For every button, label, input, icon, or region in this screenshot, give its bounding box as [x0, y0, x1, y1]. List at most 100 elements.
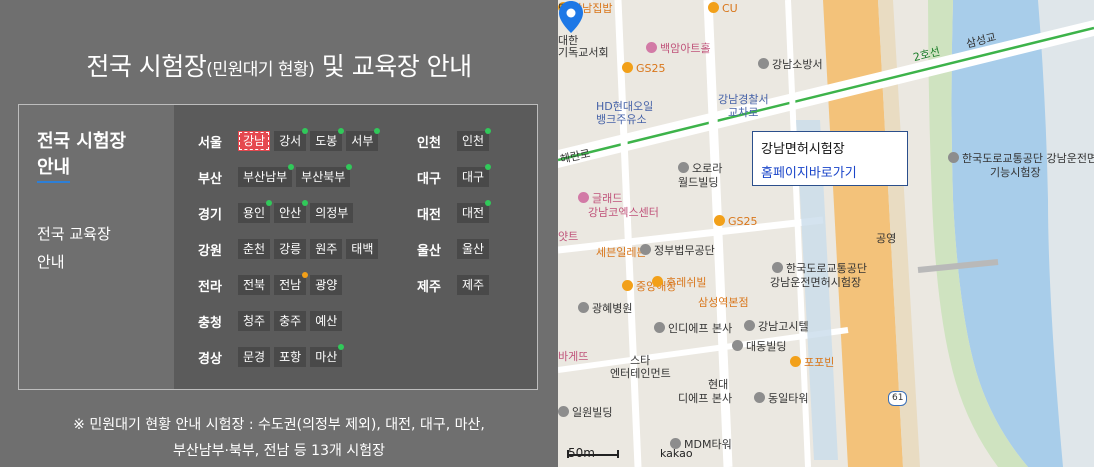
map-place-label[interactable]: 백암아트홀 — [646, 42, 711, 55]
place-marker-icon — [948, 152, 959, 163]
map-place-label[interactable]: 월드빌딩 — [678, 176, 718, 189]
map-place-label[interactable]: 글래드 — [578, 192, 622, 205]
nav-test-centers[interactable]: 전국 시험장 안내 — [37, 129, 126, 183]
test-center-tag[interactable]: 안산 — [274, 200, 309, 223]
test-center-tag[interactable]: 용인 — [238, 200, 273, 223]
map-place-label[interactable]: 강남코엑스센터 — [588, 206, 659, 219]
map-place-label[interactable]: GS25 — [714, 215, 758, 228]
place-marker-icon — [622, 280, 633, 291]
location-pin-icon[interactable] — [558, 0, 584, 34]
place-marker-icon — [772, 262, 783, 273]
map-place-label[interactable]: 한국도로교통공단 강남운전면허 — [948, 152, 1094, 165]
test-center-tag[interactable]: 광양 — [310, 275, 343, 295]
map-place-label[interactable]: 동일타워 — [754, 392, 808, 405]
test-center-tag[interactable]: 울산 — [457, 239, 490, 259]
test-center-tag[interactable]: 충주 — [274, 311, 307, 331]
status-dot-icon — [346, 164, 353, 170]
test-center-tag[interactable]: 문경 — [238, 347, 271, 367]
map-place-label[interactable]: CU — [708, 2, 738, 15]
place-name: 교차로 — [728, 106, 759, 119]
map-place-label[interactable]: 강남소방서 — [758, 58, 823, 71]
region-row-4: 전라 전북 전남 광양 — [198, 272, 346, 295]
map-place-label[interactable]: 강남운전면허시험장 — [770, 276, 861, 289]
test-center-tag[interactable]: 강남 — [238, 131, 271, 151]
region-name: 서울 — [198, 135, 222, 151]
test-center-label: 태백 — [351, 242, 374, 256]
test-center-tag[interactable]: 강서 — [274, 128, 309, 151]
map-place-label[interactable]: 광혜병원 — [578, 302, 632, 315]
test-center-tag[interactable]: 청주 — [238, 311, 271, 331]
place-marker-icon — [578, 302, 589, 313]
test-center-label: 부산남부 — [243, 170, 288, 184]
test-center-tag[interactable]: 예산 — [310, 311, 343, 331]
map-place-label[interactable]: 한국도로교통공단 — [772, 262, 867, 275]
nav-test-centers-line1: 전국 시험장 — [37, 131, 127, 152]
map-place-label[interactable]: 얏트 — [558, 230, 578, 243]
map-place-label[interactable]: 일원빌딩 — [558, 406, 612, 419]
map-place-label[interactable]: 공영 — [876, 232, 896, 245]
test-center-tag[interactable]: 춘천 — [238, 239, 271, 259]
status-dot-icon — [266, 200, 273, 206]
test-center-tag[interactable]: 마산 — [310, 344, 345, 367]
region-row-2: 경기 용인 안산 의정부 — [198, 200, 357, 223]
map-place-label[interactable]: 스타 — [630, 354, 650, 367]
test-center-label: 부산북부 — [301, 170, 346, 184]
homepage-link[interactable]: 홈페이지바로가기 — [761, 162, 857, 181]
test-center-tag[interactable]: 전북 — [238, 275, 271, 295]
test-center-tag[interactable]: 태백 — [346, 239, 379, 259]
map-place-label[interactable]: 강남고시텔 — [744, 320, 809, 333]
test-center-label: 포항 — [279, 350, 302, 364]
map-place-label[interactable]: 포포빈 — [790, 356, 834, 369]
map-place-label[interactable]: 현대 — [708, 378, 728, 391]
region-row-5: 충청 청주 충주 예산 — [198, 311, 346, 331]
map-place-label[interactable]: GS25 — [622, 62, 666, 75]
test-center-tag[interactable]: 의정부 — [310, 203, 354, 223]
test-center-tag[interactable]: 대전 — [457, 200, 492, 223]
test-center-tag[interactable]: 서부 — [346, 128, 381, 151]
map-place-label[interactable]: 디에프 본사 — [678, 392, 732, 405]
map-place-label[interactable]: 인디에프 본사 — [654, 322, 732, 335]
map-view[interactable]: 강남집밥 CU 대한 기독교서회 백암아트홀 GS25 강남소방서 HD현대오일 뱅크주유소 강남… — [558, 0, 1094, 467]
map-place-label[interactable]: 오로라 — [678, 162, 722, 175]
place-name: 백암아트홀 — [660, 42, 711, 55]
place-name: 후레쉬빌 — [666, 276, 707, 289]
test-center-tag[interactable]: 인천 — [457, 128, 492, 151]
map-place-label[interactable]: 엔터테인먼트 — [610, 367, 671, 380]
status-dot-icon — [302, 128, 309, 134]
nav-test-centers-line2: 안내 — [37, 155, 71, 183]
region-name: 대구 — [417, 171, 441, 187]
map-place-label[interactable]: HD현대오일 — [596, 100, 653, 113]
map-place-label[interactable]: 후레쉬빌 — [652, 276, 706, 289]
place-name: 스타 — [630, 354, 651, 367]
map-info-popup: 강남면허시험장 홈페이지바로가기 — [752, 131, 908, 186]
test-center-tag[interactable]: 원주 — [310, 239, 343, 259]
place-name: 현대 — [708, 378, 729, 391]
map-place-label[interactable]: 교차로 — [728, 106, 758, 119]
status-dot-icon — [338, 344, 345, 350]
map-place-label[interactable]: 바게뜨 — [558, 350, 588, 363]
info-panel: 전국 시험장(민원대기 현황) 및 교육장 안내 전국 시험장 안내 전국 교육… — [0, 0, 558, 467]
place-marker-icon — [708, 2, 719, 13]
map-place-label[interactable]: 강남경찰서 — [718, 93, 769, 106]
map-place-label[interactable]: 대동빌딩 — [732, 340, 786, 353]
map-place-label[interactable]: 뱅크주유소 — [596, 113, 647, 126]
test-center-tag[interactable]: 포항 — [274, 347, 307, 367]
test-center-label: 마산 — [315, 350, 338, 364]
test-center-tag[interactable]: 강릉 — [274, 239, 307, 259]
nav-education-centers[interactable]: 전국 교육장 안내 — [37, 220, 111, 276]
map-place-label[interactable]: 정부법무공단 — [640, 244, 715, 257]
test-center-tag[interactable]: 대구 — [457, 164, 492, 187]
region-name: 제주 — [417, 279, 441, 295]
map-place-label[interactable]: 삼성역본점 — [698, 296, 749, 309]
status-dot-icon — [485, 128, 492, 134]
test-center-tag[interactable]: 부산남부 — [238, 164, 295, 187]
test-center-tag[interactable]: 부산북부 — [296, 164, 353, 187]
place-name: 정부법무공단 — [654, 244, 715, 257]
test-center-tag[interactable]: 제주 — [457, 275, 490, 295]
test-center-label: 용인 — [243, 206, 266, 220]
place-name: 뱅크주유소 — [596, 113, 647, 126]
test-center-tag[interactable]: 도봉 — [310, 128, 345, 151]
test-center-tag[interactable]: 전남 — [274, 272, 309, 295]
map-place-label[interactable]: 기독교서회 — [558, 46, 609, 59]
map-place-label[interactable]: 기능시험장 — [990, 166, 1041, 179]
